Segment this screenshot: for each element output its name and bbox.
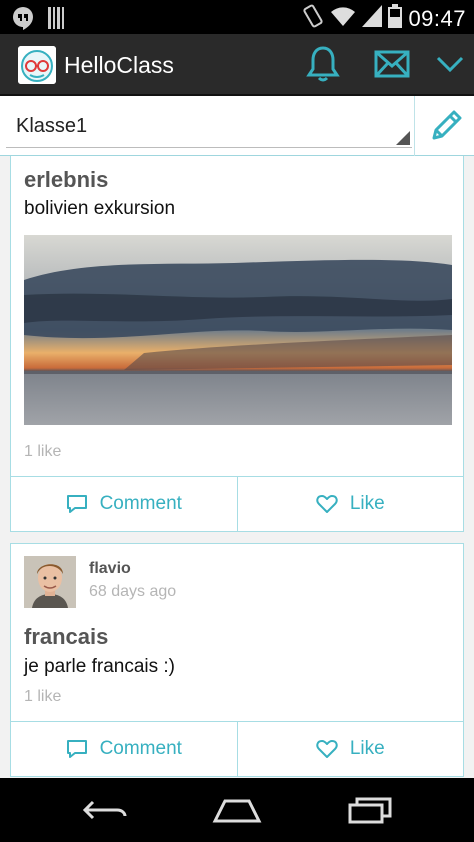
back-button[interactable] xyxy=(75,792,135,828)
class-bar: Klasse1 xyxy=(0,96,474,156)
app-title: HelloClass xyxy=(64,52,174,78)
heart-icon xyxy=(316,495,338,513)
comment-label: Comment xyxy=(99,493,182,514)
notifications-button[interactable] xyxy=(303,44,343,84)
post-actions: Comment Like xyxy=(11,721,463,776)
like-button[interactable]: Like xyxy=(236,477,464,531)
chevron-down-icon xyxy=(436,56,464,73)
system-nav-bar xyxy=(0,778,474,842)
recents-button[interactable] xyxy=(340,792,400,828)
post-title: erlebnis xyxy=(24,167,109,192)
home-icon xyxy=(212,799,262,823)
menu-dropdown-button[interactable] xyxy=(430,44,470,84)
post-body: je parle francais :) xyxy=(24,656,176,677)
new-post-button[interactable] xyxy=(424,104,468,148)
like-button[interactable]: Like xyxy=(236,722,464,776)
status-bar: 09:47 xyxy=(0,0,474,34)
pencil-icon xyxy=(432,110,462,140)
post-card: flavio 68 days ago francais je parle fra… xyxy=(10,543,464,777)
app-logo xyxy=(18,46,56,84)
dropdown-triangle-icon xyxy=(396,131,410,145)
comment-button[interactable]: Comment xyxy=(11,722,237,776)
battery-icon xyxy=(388,4,403,33)
avatar[interactable] xyxy=(24,556,76,608)
comment-label: Comment xyxy=(99,738,182,759)
comment-button[interactable]: Comment xyxy=(11,477,237,531)
comment-icon xyxy=(66,495,87,513)
barcode-icon xyxy=(48,7,66,34)
comment-icon xyxy=(66,740,87,758)
back-icon xyxy=(82,800,127,820)
signal-icon xyxy=(362,5,383,32)
post-time: 68 days ago xyxy=(89,583,177,600)
post-feed[interactable]: erlebnis bolivien exkursion 1 like Comme… xyxy=(0,156,474,778)
like-count: 1 like xyxy=(24,443,62,460)
hangouts-icon xyxy=(10,5,36,36)
bell-icon xyxy=(306,46,340,82)
class-select-value: Klasse1 xyxy=(16,115,88,137)
class-select-dropdown[interactable]: Klasse1 xyxy=(6,104,412,148)
recents-icon xyxy=(348,797,392,824)
heart-icon xyxy=(316,740,338,758)
post-card: erlebnis bolivien exkursion 1 like Comme… xyxy=(10,156,464,532)
mail-icon xyxy=(374,50,410,78)
post-author[interactable]: flavio xyxy=(89,560,131,578)
app-bar: HelloClass xyxy=(0,34,474,96)
vertical-divider xyxy=(414,96,415,156)
post-title: francais xyxy=(24,624,109,649)
messages-button[interactable] xyxy=(372,44,412,84)
post-body: bolivien exkursion xyxy=(24,198,176,219)
vibrate-icon xyxy=(302,4,324,33)
status-clock: 09:47 xyxy=(408,5,466,31)
post-photo[interactable] xyxy=(24,235,452,425)
post-actions: Comment Like xyxy=(11,476,463,531)
like-count: 1 like xyxy=(24,688,62,705)
home-button[interactable] xyxy=(207,792,267,828)
like-label: Like xyxy=(349,493,385,514)
wifi-icon xyxy=(330,5,356,32)
like-label: Like xyxy=(349,738,385,759)
